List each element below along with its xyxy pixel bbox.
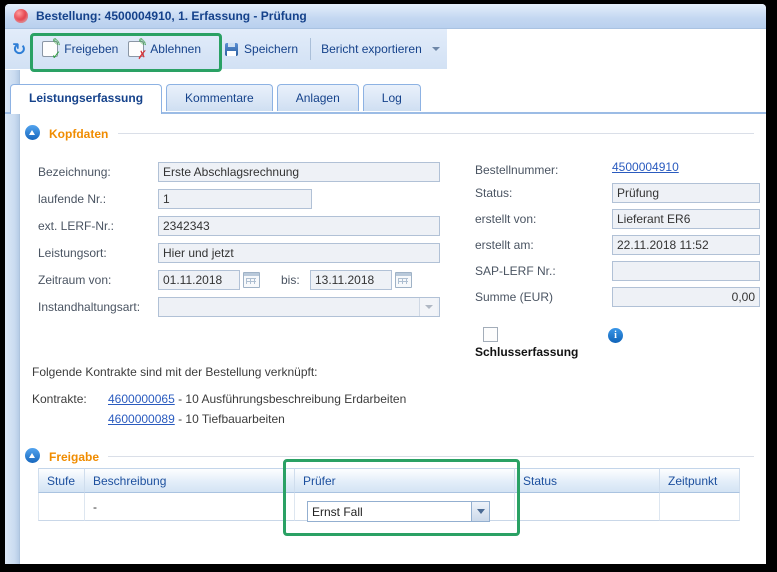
schlusserfassung-label: Schlusserfassung: [475, 345, 578, 359]
column-header-pruefer: Prüfer: [295, 468, 515, 493]
instandhaltungsart-label: Instandhaltungsart:: [38, 300, 140, 314]
instandhaltungsart-field: [158, 297, 440, 317]
laufende-nr-field[interactable]: [158, 189, 312, 209]
cell-status: [515, 493, 660, 521]
approve-icon: ✎✓: [42, 41, 58, 57]
kontrakt-desc-2: - 10 Tiefbauarbeiten: [178, 412, 285, 426]
freigabe-section-title: Freigabe: [49, 450, 99, 464]
bezeichnung-field[interactable]: [158, 162, 440, 182]
ext-lerf-nr-field[interactable]: [158, 216, 440, 236]
kopfdaten-section-title: Kopfdaten: [49, 127, 108, 141]
instandhaltungsart-dropdown-arrow-icon: [419, 298, 437, 316]
zeitraum-von-label: Zeitraum von:: [38, 273, 111, 287]
bestellnummer-link[interactable]: 4500004910: [612, 160, 679, 174]
pruefer-dropdown-button[interactable]: [471, 502, 489, 521]
toolbar-separator: [310, 38, 311, 60]
leistungsort-field[interactable]: [158, 243, 440, 263]
kontrakte-label: Kontrakte:: [32, 392, 87, 406]
laufende-nr-label: laufende Nr.:: [38, 192, 106, 206]
freigeben-label: Freigeben: [64, 42, 118, 56]
ext-lerf-nr-label: ext. LERF-Nr.:: [38, 219, 114, 233]
schlusserfassung-checkbox[interactable]: [483, 327, 498, 342]
window-app-icon: [14, 9, 28, 23]
sap-lerf-nr-field[interactable]: [612, 261, 760, 281]
leistungsort-label: Leistungsort:: [38, 246, 107, 260]
column-header-beschreibung: Beschreibung: [85, 468, 295, 493]
status-label: Status:: [475, 186, 512, 200]
erstellt-von-field[interactable]: [612, 209, 760, 229]
tab-anlagen[interactable]: Anlagen: [277, 84, 359, 111]
screenshot-stage: Bestellung: 4500004910, 1. Erfassung - P…: [0, 0, 777, 572]
pruefer-selected-value: Ernst Fall: [308, 505, 471, 519]
kontrakt-line-1: 4600000065 - 10 Ausführungsbeschreibung …: [108, 392, 406, 406]
toolbar: ↻ ✎✓ Freigeben ✎✗ Ablehnen Speichern Ber…: [5, 29, 447, 69]
reject-icon: ✎✗: [128, 41, 144, 57]
ablehnen-button[interactable]: ✎✗ Ablehnen: [124, 39, 205, 59]
left-panel-strip: [5, 70, 20, 564]
column-header-stufe: Stufe: [38, 468, 85, 493]
kontrakt-link-2[interactable]: 4600000089: [108, 412, 175, 426]
erstellt-von-label: erstellt von:: [475, 212, 536, 226]
kontrakt-link-1[interactable]: 4600000065: [108, 392, 175, 406]
application-window: Bestellung: 4500004910, 1. Erfassung - P…: [5, 4, 766, 564]
pruefer-combobox[interactable]: Ernst Fall: [307, 501, 490, 522]
zeitraum-von-field[interactable]: [158, 270, 240, 290]
sap-lerf-nr-label: SAP-LERF Nr.:: [475, 264, 556, 278]
freigabe-header-row: Stufe Beschreibung Prüfer Status Zeitpun…: [38, 468, 740, 493]
refresh-icon[interactable]: ↻: [12, 41, 26, 58]
column-header-zeitpunkt: Zeitpunkt: [660, 468, 740, 493]
column-header-status: Status: [515, 468, 660, 493]
kontrakt-line-2: 4600000089 - 10 Tiefbauarbeiten: [108, 412, 285, 426]
summe-eur-field[interactable]: [612, 287, 760, 307]
erstellt-am-label: erstellt am:: [475, 238, 534, 252]
freigabe-section-line: [108, 456, 754, 457]
erstellt-am-field[interactable]: [612, 235, 760, 255]
bestellnummer-label: Bestellnummer:: [475, 163, 558, 177]
save-icon: [225, 43, 238, 56]
freigeben-button[interactable]: ✎✓ Freigeben: [38, 39, 122, 59]
freigabe-collapse-icon[interactable]: [25, 448, 40, 463]
calendar-icon-von[interactable]: [243, 272, 260, 288]
calendar-icon-bis[interactable]: [395, 272, 412, 288]
kopfdaten-section-line: [118, 133, 754, 134]
window-title: Bestellung: 4500004910, 1. Erfassung - P…: [36, 9, 307, 23]
cell-stufe: [38, 493, 85, 521]
cell-beschreibung: -: [85, 493, 295, 521]
bezeichnung-label: Bezeichnung:: [38, 165, 111, 179]
chevron-down-icon: [432, 47, 440, 51]
kontrakt-desc-1: - 10 Ausführungsbeschreibung Erdarbeiten: [178, 392, 406, 406]
summe-eur-label: Summe (EUR): [475, 290, 553, 304]
kontrakte-intro-text: Folgende Kontrakte sind mit der Bestellu…: [32, 365, 318, 379]
instandhaltungsart-dropdown[interactable]: [158, 297, 438, 317]
zeitraum-bis-field[interactable]: [310, 270, 392, 290]
info-icon[interactable]: i: [608, 328, 623, 343]
tab-kommentare[interactable]: Kommentare: [166, 84, 273, 111]
status-field[interactable]: [612, 183, 760, 203]
tab-strip: Leistungserfassung Kommentare Anlagen Lo…: [10, 84, 421, 113]
speichern-button[interactable]: Speichern: [221, 40, 302, 58]
bis-label: bis:: [281, 273, 300, 287]
tab-log[interactable]: Log: [363, 84, 421, 111]
title-bar: Bestellung: 4500004910, 1. Erfassung - P…: [5, 4, 766, 29]
bericht-exportieren-button[interactable]: Bericht exportieren: [317, 40, 444, 58]
chevron-down-icon: [477, 509, 485, 514]
ablehnen-label: Ablehnen: [150, 42, 201, 56]
kopfdaten-collapse-icon[interactable]: [25, 125, 40, 140]
speichern-label: Speichern: [244, 42, 298, 56]
tab-leistungserfassung[interactable]: Leistungserfassung: [10, 84, 162, 114]
bericht-exportieren-label: Bericht exportieren: [321, 42, 422, 56]
cell-zeitpunkt: [660, 493, 740, 521]
